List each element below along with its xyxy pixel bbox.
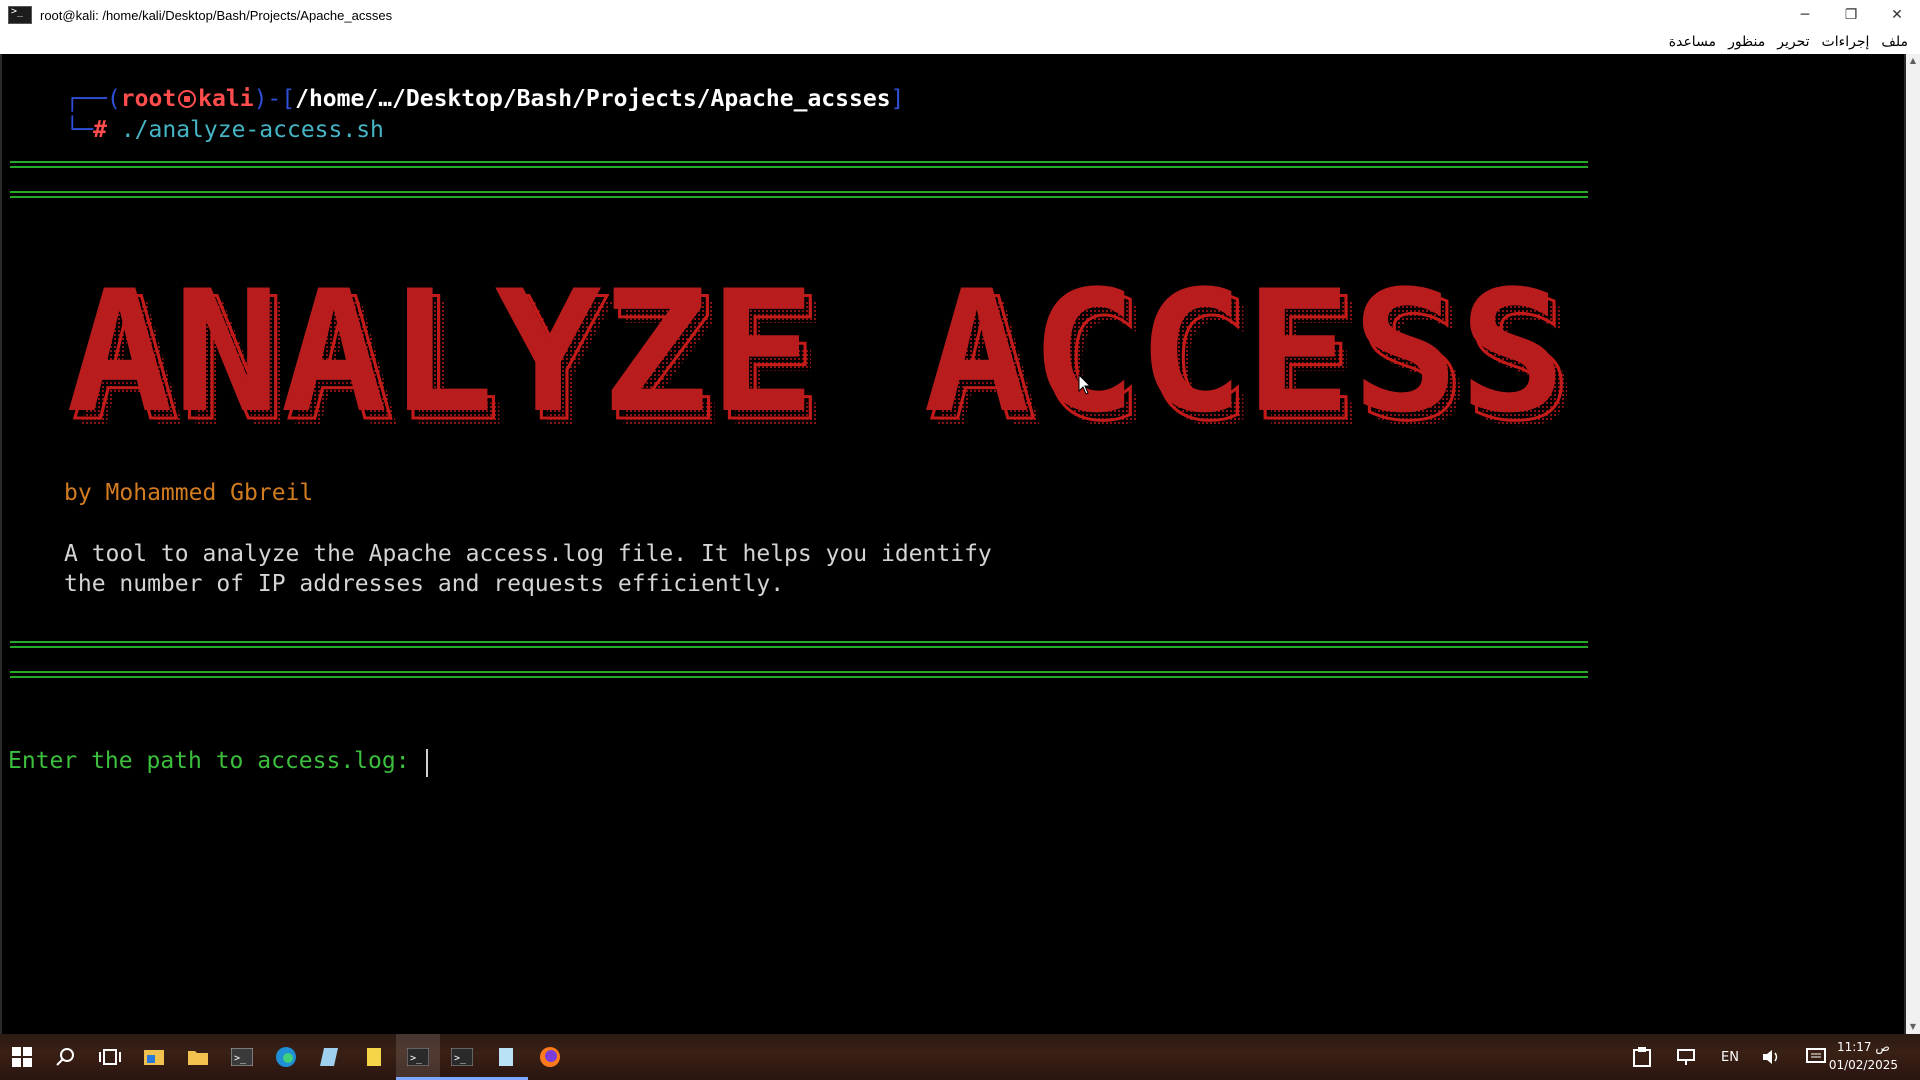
file-explorer-icon[interactable] [132,1034,176,1080]
scroll-up-icon[interactable]: ▲ [1906,54,1920,68]
author-text: by Mohammed Gbreil [64,480,314,506]
separator-rule [10,646,1588,648]
clipboard-icon[interactable] [1620,1034,1664,1080]
network-icon[interactable] [1664,1034,1708,1080]
notepad-icon[interactable] [484,1034,528,1080]
terminal-app-icon [8,6,32,24]
task-view-icon[interactable] [88,1034,132,1080]
separator-rule [10,166,1588,168]
folder-icon[interactable] [176,1034,220,1080]
volume-icon[interactable] [1750,1034,1794,1080]
taskbar: >_ >_ >_ EN 11:17 ص 01/02/2025 [0,1034,1920,1080]
system-clock[interactable]: 11:17 ص 01/02/2025 [1829,1038,1898,1074]
separator-rule [10,196,1588,198]
prompt-path: /home/…/Desktop/Bash/Projects/Apache_acs… [295,86,891,112]
svg-text:>_: >_ [410,1053,423,1064]
banner-main: ANALYZE ACCESS [66,266,1566,450]
description-line-1: A tool to analyze the Apache access.log … [64,541,992,567]
separator-rule [10,671,1588,673]
window-title: root@kali: /home/kali/Desktop/Bash/Proje… [40,7,393,23]
description-line-2: the number of IP addresses and requests … [64,571,785,597]
menu-file[interactable]: ملف [1875,34,1920,50]
prompt-hash: # [93,117,107,143]
svg-text:>_: >_ [234,1053,247,1064]
menu-help[interactable]: مساعدة [1663,34,1722,50]
window-controls: ─ ❐ ✕ [1782,0,1920,30]
menu-bar: ملف إجراءات تحرير منظور مساعدة [0,30,1920,54]
sticky-notes-icon[interactable] [352,1034,396,1080]
window-titlebar: root@kali: /home/kali/Desktop/Bash/Proje… [0,0,1920,30]
terminal-icon[interactable]: >_ [440,1034,484,1080]
notepad-icon[interactable] [308,1034,352,1080]
menu-view[interactable]: منظور [1722,34,1771,50]
ascii-art-banner: ANALYZE ACCESS ANALYZE ACCESS ANALYZE AC… [66,266,1578,456]
prompt-line2-prefix: └─ [65,117,94,143]
separator-rule [10,161,1588,163]
restore-button[interactable]: ❐ [1828,0,1874,30]
terminal-scrollbar[interactable]: ▲ ▼ [1906,54,1920,1034]
edge-icon[interactable] [264,1034,308,1080]
command-text: ./analyze-access.sh [120,117,384,143]
separator-rule [10,676,1588,678]
search-icon[interactable] [44,1034,88,1080]
terminal-output[interactable]: ┌──(root kali)-[/home/…/Desktop/Bash/Proj… [2,54,1904,1034]
clock-time: 11:17 ص [1836,1040,1890,1054]
windows-start-icon[interactable] [0,1034,44,1080]
language-label: EN [1721,1049,1739,1065]
prompt-close: ] [890,86,905,112]
terminal-icon[interactable]: >_ [220,1034,264,1080]
text-cursor[interactable] [426,749,428,777]
kali-terminal-icon[interactable]: >_ [396,1034,440,1080]
scroll-down-icon[interactable]: ▼ [1906,1020,1920,1034]
minimize-button[interactable]: ─ [1782,0,1828,30]
language-indicator[interactable]: EN [1708,1034,1752,1080]
separator-rule [10,641,1588,643]
menu-actions[interactable]: إجراءات [1816,34,1876,50]
prompt-line-2: └─# ./analyze-access.sh [10,91,384,169]
clock-date: 01/02/2025 [1828,1058,1898,1072]
svg-text:>_: >_ [454,1053,467,1064]
menu-edit[interactable]: تحرير [1771,34,1815,50]
close-button[interactable]: ✕ [1874,0,1920,30]
mouse-pointer-icon [1078,374,1092,395]
separator-rule [10,191,1588,193]
firefox-icon[interactable] [528,1034,572,1080]
path-input-prompt: Enter the path to access.log: [8,748,424,774]
